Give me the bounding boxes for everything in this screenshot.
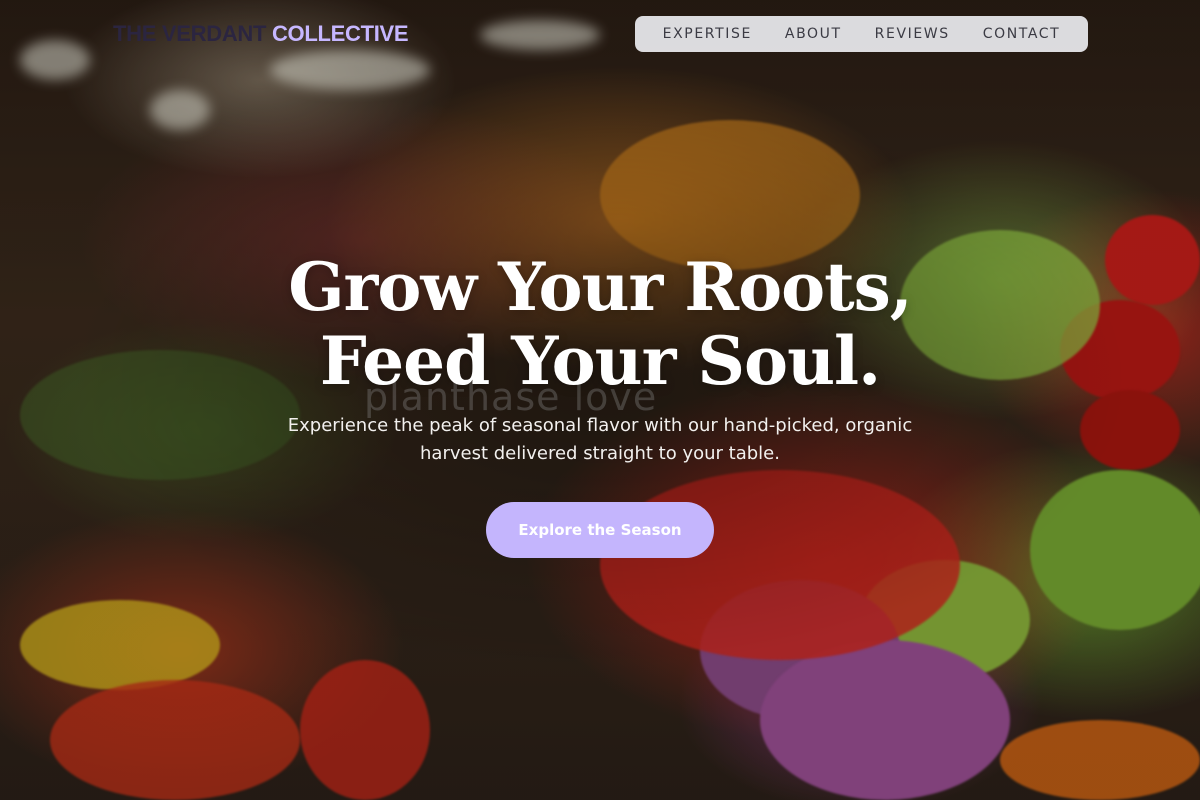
- nav-link-about[interactable]: ABOUT: [785, 26, 842, 42]
- brand-name-accent: COLLECTIVE: [271, 21, 409, 46]
- hero-section: Grow Your Roots, Feed Your Soul. Experie…: [0, 250, 1200, 558]
- nav-link-expertise[interactable]: EXPERTISE: [663, 26, 752, 42]
- hero-subtitle: Experience the peak of seasonal flavor w…: [287, 415, 913, 464]
- hero-title-line-1: Grow Your Roots,: [288, 248, 913, 326]
- hero-title: Grow Your Roots, Feed Your Soul.: [0, 250, 1200, 398]
- hero-title-line-2: Feed Your Soul.: [319, 322, 881, 400]
- main-navigation: EXPERTISE ABOUT REVIEWS CONTACT: [635, 16, 1088, 52]
- explore-season-button[interactable]: Explore the Season: [486, 502, 714, 558]
- nav-link-reviews[interactable]: REVIEWS: [875, 26, 950, 42]
- nav-link-contact[interactable]: CONTACT: [983, 26, 1061, 42]
- brand-name-primary: THE VERDANT: [113, 21, 272, 46]
- brand-logo[interactable]: THE VERDANT COLLECTIVE: [113, 20, 409, 48]
